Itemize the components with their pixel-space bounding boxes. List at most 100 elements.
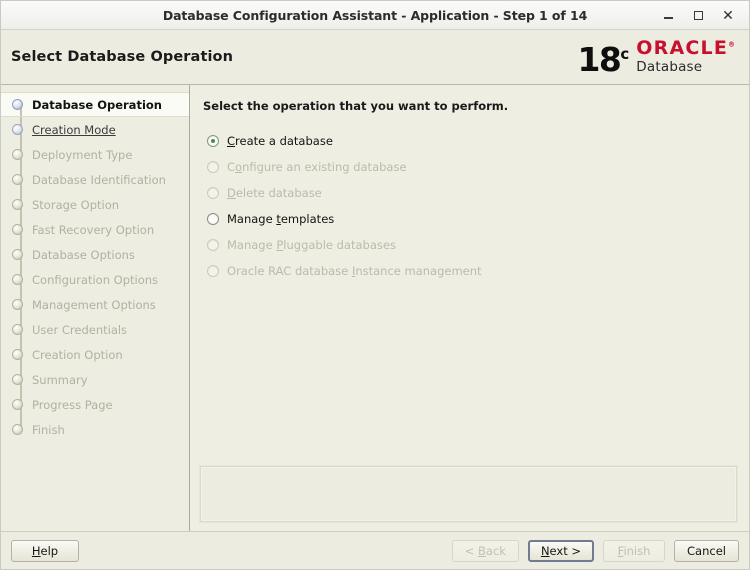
message-panel-wrap	[190, 465, 749, 531]
oracle-branding: 18c ORACLE® Database	[577, 39, 739, 76]
radio-option-create-a-database[interactable]: Create a database	[207, 128, 735, 154]
sidebar-step-deployment-type: Deployment Type	[1, 142, 189, 167]
close-button[interactable]: ✕	[713, 2, 743, 29]
help-button[interactable]: Help	[11, 539, 79, 562]
radio-option-label: Manage Pluggable databases	[227, 238, 396, 252]
mnemonic-char: C	[227, 134, 236, 148]
minimize-icon	[663, 17, 673, 19]
sidebar-step-progress-page: Progress Page	[1, 392, 189, 417]
sidebar-step-configuration-options: Configuration Options	[1, 267, 189, 292]
next-button[interactable]: Next >	[527, 539, 595, 562]
sidebar-step-management-options: Management Options	[1, 292, 189, 317]
step-bullet-icon	[12, 399, 23, 410]
close-icon: ✕	[722, 7, 734, 24]
sidebar-step-label: Storage Option	[32, 197, 120, 212]
step-bullet-icon	[12, 299, 23, 310]
sidebar-step-label: Summary	[32, 372, 88, 387]
version-number: 18c	[577, 39, 630, 76]
sidebar-step-label: Finish	[32, 422, 65, 437]
radio-button-icon	[207, 265, 219, 277]
oracle-name: ORACLE	[636, 37, 728, 60]
application-window: Database Configuration Assistant - Appli…	[0, 0, 750, 570]
mnemonic-char: P	[276, 238, 284, 252]
wizard-step-list: Database Operation Creation Mode Deploymen…	[1, 92, 189, 442]
mnemonic-char: D	[227, 186, 236, 200]
radio-button-icon	[207, 161, 219, 173]
sidebar-step-label: Fast Recovery Option	[32, 222, 155, 237]
oracle-product-name: Database	[636, 59, 703, 76]
sidebar-step-label: Database Options	[32, 247, 135, 262]
radio-option-label: Delete database	[227, 186, 322, 200]
maximize-icon	[693, 11, 703, 20]
maximize-button[interactable]	[683, 2, 713, 29]
radio-option-configure-an-existing-database: Configure an existing database	[207, 154, 735, 180]
sidebar-step-label: Creation Option	[32, 347, 123, 362]
step-bullet-icon	[12, 124, 23, 135]
window-body: Database Operation Creation Mode Deploymen…	[1, 85, 749, 531]
page-title: Select Database Operation	[11, 49, 234, 65]
radio-option-manage-pluggable-databases: Manage Pluggable databases	[207, 232, 735, 258]
step-bullet-icon	[12, 199, 23, 210]
back-button[interactable]: < Back	[451, 539, 519, 562]
step-bullet-icon	[12, 274, 23, 285]
sidebar-step-summary: Summary	[1, 367, 189, 392]
wizard-content-pane: Select the operation that you want to pe…	[190, 85, 749, 531]
version-suffix: c	[620, 45, 630, 63]
help-button-label: Help	[31, 543, 59, 558]
next-button-label: Next >	[540, 543, 582, 558]
message-panel	[199, 465, 738, 523]
sidebar-step-label: Database Operation	[32, 97, 162, 112]
cancel-button-label: Cancel	[687, 543, 726, 558]
radio-option-label: Oracle RAC database Instance management	[227, 264, 482, 278]
sidebar-step-label: Creation Mode	[32, 122, 116, 137]
step-bullet-icon	[12, 224, 23, 235]
sidebar-step-storage-option: Storage Option	[1, 192, 189, 217]
back-button-label: < Back	[464, 543, 506, 558]
mnemonic-char: o	[235, 160, 243, 174]
step-bullet-icon	[12, 374, 23, 385]
operation-radio-group[interactable]: Create a database Configure an existing d…	[201, 128, 735, 284]
radio-option-manage-templates[interactable]: Manage templates	[207, 206, 735, 232]
finish-button[interactable]: Finish	[603, 539, 666, 562]
version-major: 18	[577, 40, 621, 79]
radio-button-icon[interactable]	[207, 213, 219, 225]
step-bullet-icon	[12, 249, 23, 260]
step-bullet-icon	[12, 174, 23, 185]
sidebar-step-label: User Credentials	[32, 322, 128, 337]
radio-button-icon[interactable]	[207, 135, 219, 147]
cancel-button[interactable]: Cancel	[674, 539, 739, 562]
oracle-logo-text: ORACLE®	[636, 39, 735, 58]
trademark-icon: ®	[728, 40, 735, 49]
window-controls: ✕	[653, 1, 743, 30]
page-header: Select Database Operation 18c ORACLE® Da…	[1, 30, 749, 85]
sidebar-step-database-identification: Database Identification	[1, 167, 189, 192]
sidebar-step-label: Progress Page	[32, 397, 113, 412]
sidebar-step-user-credentials: User Credentials	[1, 317, 189, 342]
oracle-wordmark: ORACLE® Database	[636, 39, 735, 75]
sidebar-step-finish: Finish	[1, 417, 189, 442]
sidebar-step-fast-recovery-option: Fast Recovery Option	[1, 217, 189, 242]
sidebar-step-label: Database Identification	[32, 172, 166, 187]
title-bar[interactable]: Database Configuration Assistant - Appli…	[1, 1, 749, 30]
sidebar-step-database-options: Database Options	[1, 242, 189, 267]
radio-option-delete-database: Delete database	[207, 180, 735, 206]
radio-option-oracle-rac-database-instance-management: Oracle RAC database Instance management	[207, 258, 735, 284]
content-inner: Select the operation that you want to pe…	[190, 85, 749, 466]
sidebar-step-creation-mode[interactable]: Creation Mode	[1, 117, 189, 142]
instruction-text: Select the operation that you want to pe…	[203, 99, 509, 113]
radio-option-label: Manage templates	[227, 212, 335, 226]
sidebar-step-label: Deployment Type	[32, 147, 133, 162]
wizard-footer: Help < Back Next > Finish Cancel	[1, 531, 749, 569]
mnemonic-char: I	[351, 264, 356, 278]
radio-button-icon	[207, 239, 219, 251]
mnemonic-char: t	[276, 212, 281, 226]
window-title: Database Configuration Assistant - Appli…	[162, 7, 588, 23]
step-bullet-icon	[12, 99, 23, 110]
sidebar-step-database-operation[interactable]: Database Operation	[1, 92, 189, 117]
radio-option-label: Configure an existing database	[227, 160, 407, 174]
step-bullet-icon	[12, 149, 23, 160]
finish-button-label: Finish	[617, 543, 651, 558]
step-bullet-icon	[12, 324, 23, 335]
minimize-button[interactable]	[653, 2, 683, 29]
sidebar-step-label: Configuration Options	[32, 272, 159, 287]
